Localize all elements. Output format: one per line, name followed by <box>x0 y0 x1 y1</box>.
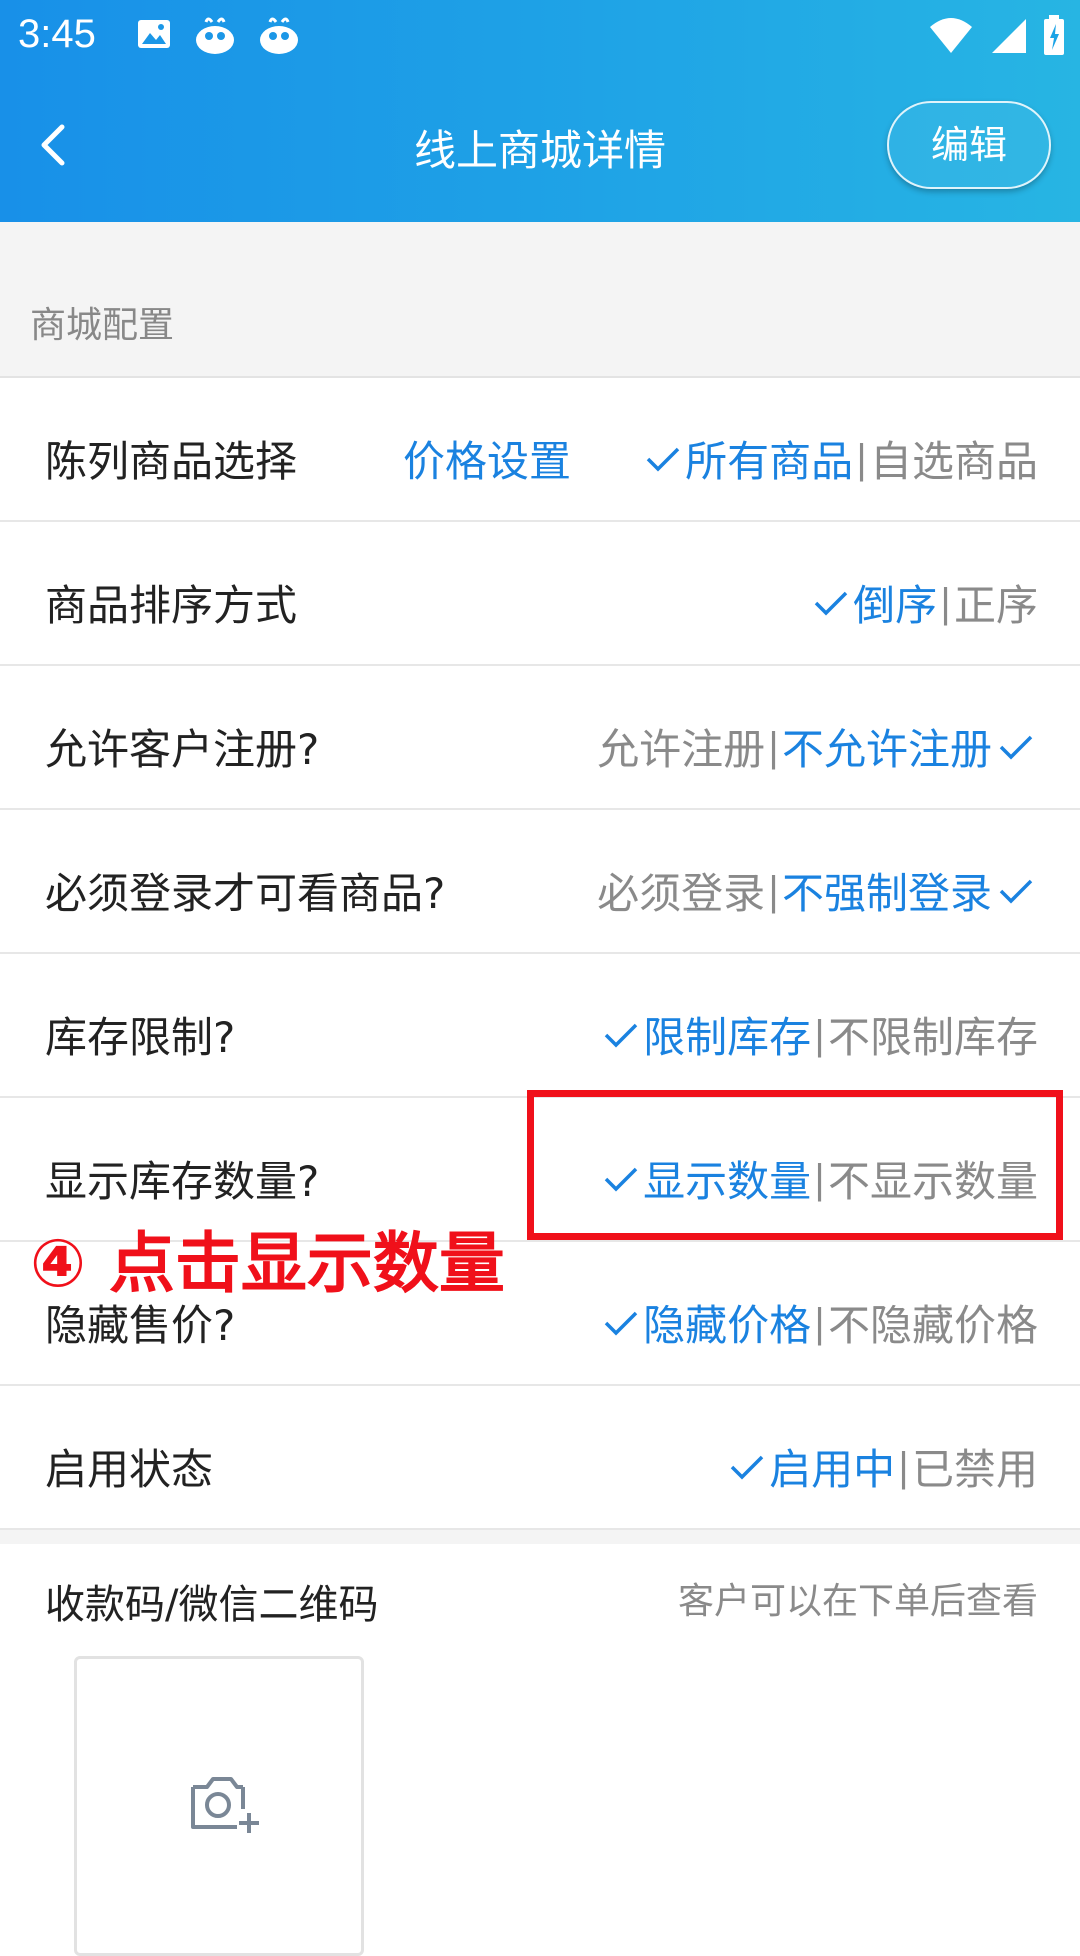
row-label: 显示库存数量? <box>45 1157 320 1206</box>
section-header: 商城配置 <box>0 244 1080 378</box>
option-group: 限制库存 | 不限制库存 <box>597 1004 1038 1065</box>
check-icon <box>999 879 1033 903</box>
wifi-icon <box>930 18 972 53</box>
option-separator: | <box>813 1300 826 1345</box>
setting-row-allow-register: 允许客户注册? 允许注册 | 不允许注册 <box>0 666 1080 810</box>
qr-label: 收款码/微信二维码 <box>45 1582 379 1628</box>
option-ascending[interactable]: 正序 <box>954 572 1038 633</box>
row-label: 库存限制? <box>45 1013 236 1062</box>
check-icon <box>730 1455 764 1479</box>
row-label: 启用状态 <box>45 1445 214 1494</box>
check-icon <box>604 1023 638 1047</box>
notification-icons <box>134 14 302 58</box>
image-icon <box>138 20 170 48</box>
nav-bar: 线上商城详情 编辑 <box>0 95 1080 195</box>
qr-upload-box[interactable] <box>74 1656 364 1956</box>
option-group: 倒序 | 正序 <box>807 572 1038 633</box>
option-show-price[interactable]: 不隐藏价格 <box>828 1292 1038 1353</box>
option-group: 隐藏价格 | 不隐藏价格 <box>597 1292 1038 1353</box>
check-icon <box>604 1311 638 1335</box>
section-divider <box>0 1530 1080 1544</box>
price-setting-link[interactable]: 价格设置 <box>403 428 571 489</box>
qr-hint: 客户可以在下单后查看 <box>677 1581 1038 1622</box>
row-label: 陈列商品选择 <box>45 437 298 486</box>
option-separator: | <box>855 436 868 481</box>
app-icon <box>196 17 234 54</box>
status-time: 3:45 <box>18 12 96 56</box>
option-no-limit-stock[interactable]: 不限制库存 <box>828 1004 1038 1065</box>
option-group: 必须登录 | 不强制登录 <box>597 860 1038 921</box>
setting-row-sort-order: 商品排序方式 倒序 | 正序 <box>0 522 1080 666</box>
app-header: 3:45 线上商城详情 编辑 <box>0 0 1080 222</box>
setting-row-display-products: 陈列商品选择 价格设置 所有商品 | 自选商品 <box>0 378 1080 522</box>
system-icons <box>928 14 1066 56</box>
row-label: 必须登录才可看商品? <box>45 869 446 918</box>
option-disallow-register[interactable]: 不允许注册 <box>782 716 992 777</box>
setting-row-login-required: 必须登录才可看商品? 必须登录 | 不强制登录 <box>0 810 1080 954</box>
battery-icon <box>1044 15 1064 55</box>
check-icon <box>646 447 680 471</box>
option-group: 所有商品 | 自选商品 <box>639 428 1038 489</box>
option-hide-price[interactable]: 隐藏价格 <box>643 1292 811 1353</box>
option-separator: | <box>767 724 780 769</box>
row-label: 商品排序方式 <box>45 581 298 630</box>
row-label: 允许客户注册? <box>45 725 320 774</box>
annotation-step-label: ④ 点击显示数量 <box>30 1225 505 1302</box>
option-group: 允许注册 | 不允许注册 <box>597 716 1038 777</box>
option-enabled[interactable]: 启用中 <box>769 1436 895 1497</box>
option-all-products[interactable]: 所有商品 <box>685 428 853 489</box>
option-separator: | <box>897 1444 910 1489</box>
check-icon <box>999 735 1033 759</box>
option-disabled[interactable]: 已禁用 <box>912 1436 1038 1497</box>
option-descending[interactable]: 倒序 <box>853 572 937 633</box>
option-group: 启用中 | 已禁用 <box>723 1436 1038 1497</box>
setting-row-enabled-status: 启用状态 启用中 | 已禁用 <box>0 1386 1080 1530</box>
camera-add-icon <box>191 1777 259 1833</box>
annotation-highlight-box <box>527 1090 1063 1240</box>
signal-icon <box>992 19 1026 53</box>
app-icon <box>260 17 298 54</box>
option-allow-register[interactable]: 允许注册 <box>597 716 765 777</box>
payment-qr-section: 收款码/微信二维码 客户可以在下单后查看 <box>0 1544 1080 1956</box>
section-title: 商城配置 <box>30 305 175 346</box>
setting-row-stock-limit: 库存限制? 限制库存 | 不限制库存 <box>0 954 1080 1098</box>
option-login-required[interactable]: 必须登录 <box>597 860 765 921</box>
status-bar: 3:45 <box>0 0 1080 74</box>
edit-button[interactable]: 编辑 <box>887 101 1051 189</box>
option-limit-stock[interactable]: 限制库存 <box>643 1004 811 1065</box>
option-separator: | <box>767 868 780 913</box>
option-login-not-required[interactable]: 不强制登录 <box>782 860 992 921</box>
option-separator: | <box>813 1012 826 1057</box>
option-separator: | <box>939 580 952 625</box>
option-selected-products[interactable]: 自选商品 <box>870 428 1038 489</box>
check-icon <box>814 591 848 615</box>
spacer <box>0 222 1080 244</box>
